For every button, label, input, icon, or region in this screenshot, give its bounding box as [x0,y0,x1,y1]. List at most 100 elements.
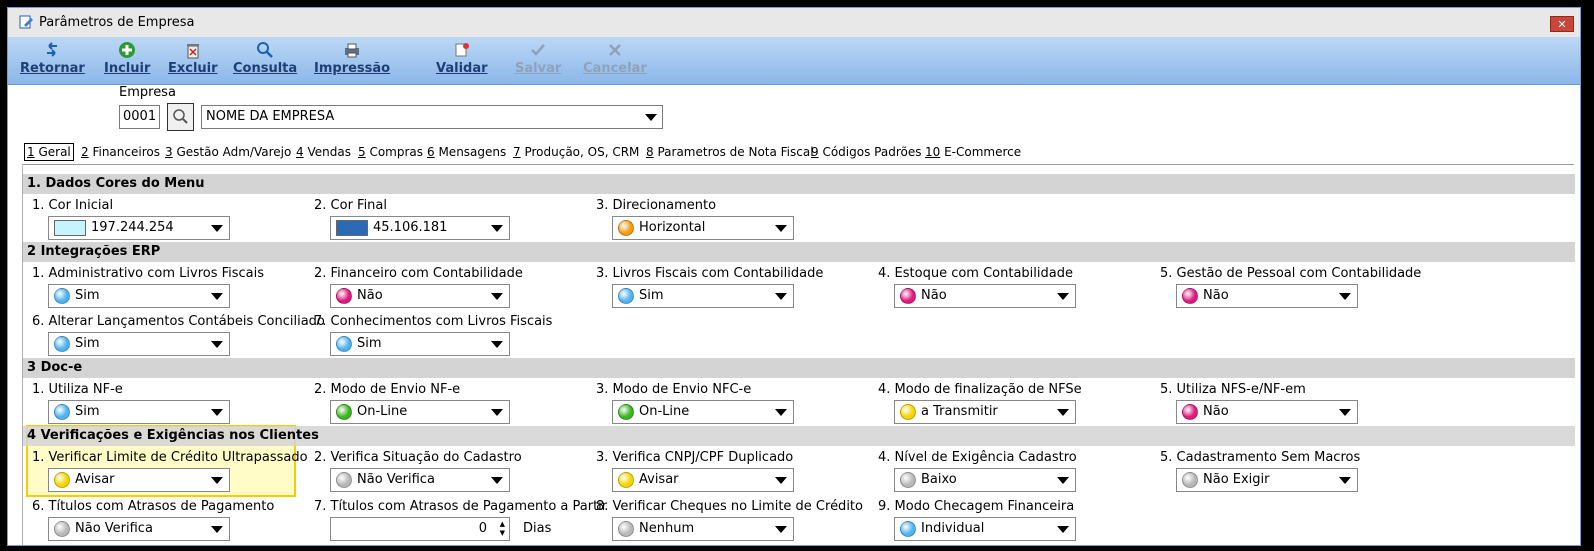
status-dot-icon [54,404,70,420]
titulos-atraso-select[interactable]: Não Verifica [48,517,230,541]
tab-financeiros[interactable]: 2 Financeiros [81,145,160,159]
tab-codigos-padroes[interactable]: 9 Códigos Padrões [811,145,921,159]
search-icon [173,109,188,124]
tab-geral[interactable]: 1 Geral [24,143,74,161]
status-dot-icon [900,472,916,488]
alterar-lanc-select[interactable]: Sim [48,332,230,356]
status-dot-icon [618,404,634,420]
validar-button[interactable]: Validar [436,41,488,76]
nivel-exig-select[interactable]: Baixo [894,468,1076,492]
titulos-atraso-value: Não Verifica [75,521,153,536]
salvar-button[interactable]: Salvar [515,41,561,76]
direcionamento-select[interactable]: Horizontal [612,216,794,240]
tab-gestao-adm-varejo[interactable]: 3 Gestão Adm/Varejo [165,145,291,159]
tab-compras[interactable]: 5 Compras [358,145,423,159]
fin-contab-value: Não [357,288,383,303]
chevron-down-icon [1339,477,1351,484]
excluir-button[interactable]: Excluir [168,41,218,76]
section-dados-cores: 1. Dados Cores do Menu [23,174,1575,194]
toolbar: Retornar Incluir Excluir Consulta Impres… [8,37,1580,85]
status-dot-icon [336,472,352,488]
status-dot-icon [54,336,70,352]
final-nfse-select[interactable]: a Transmitir [894,400,1076,424]
chevron-down-icon [775,526,787,533]
trash-icon [186,44,199,59]
empresa-name-select[interactable]: NOME DA EMPRESA [201,105,663,129]
situacao-cadastro-select[interactable]: Não Verifica [330,468,510,492]
status-dot-icon [336,288,352,304]
titulos-partir-stepper[interactable]: 0 ▲ ▼ [330,517,510,541]
color-swatch [54,220,86,236]
titulos-partir-value: 0 [478,521,487,536]
status-dot-icon [1182,404,1198,420]
incluir-button[interactable]: Incluir [104,41,150,76]
chevron-down-icon [491,293,503,300]
utiliza-nfe-select[interactable]: Sim [48,400,230,424]
status-dot-icon [336,336,352,352]
tab-vendas[interactable]: 4 Vendas [296,145,351,159]
chevron-down-icon [211,409,223,416]
checagem-fin-select[interactable]: Individual [894,517,1076,541]
status-dot-icon [618,472,634,488]
pessoal-contab-select[interactable]: Não [1176,284,1358,308]
checagem-fin-label: 9. Modo Checagem Financeira [878,499,1075,514]
sem-macros-select[interactable]: Não Exigir [1176,468,1358,492]
tab-parametros-nota-fiscal[interactable]: 8 Parametros de Nota Fiscal [646,145,814,159]
conhecimentos-label: 7. Conhecimentos com Livros Fiscais [314,314,553,329]
limite-credito-select[interactable]: Avisar [48,468,230,492]
chevron-down-icon [491,225,503,232]
cor-final-label: 2. Cor Final [314,198,388,213]
chevron-down-icon [775,477,787,484]
adm-livros-select[interactable]: Sim [48,284,230,308]
cancelar-button[interactable]: Cancelar [583,41,647,76]
checagem-fin-value: Individual [921,521,985,536]
geral-panel: 1. Dados Cores do Menu 1. Cor Inicial 19… [22,166,1575,545]
chevron-down-icon [211,477,223,484]
status-dot-icon [900,404,916,420]
tab-producao-os-crm[interactable]: 7 Produção, OS, CRM [513,145,639,159]
cheques-limite-select[interactable]: Nenhum [612,517,794,541]
cnpj-dup-label: 3. Verifica CNPJ/CPF Duplicado [596,450,794,465]
modo-nfce-select[interactable]: On-Line [612,400,794,424]
chevron-down-icon [775,409,787,416]
status-dot-icon [54,288,70,304]
salvar-label: Salvar [515,61,562,76]
impressao-button[interactable]: Impressão [314,41,390,76]
pessoal-contab-value: Não [1203,288,1229,303]
status-dot-icon [900,521,916,537]
chevron-down-icon [1339,293,1351,300]
color-swatch [336,220,368,236]
cnpj-dup-select[interactable]: Avisar [612,468,794,492]
spin-down-icon[interactable]: ▼ [500,529,505,537]
search-icon [257,42,273,58]
modo-nfe-select[interactable]: On-Line [330,400,510,424]
spin-up-icon[interactable]: ▲ [500,520,505,528]
chevron-down-icon [1057,526,1069,533]
utiliza-nfse-select[interactable]: Não [1176,400,1358,424]
retornar-button[interactable]: Retornar [20,41,85,76]
estoque-contab-label: 4. Estoque com Contabilidade [878,266,1073,281]
utiliza-nfe-label: 1. Utiliza NF-e [32,382,123,397]
conhecimentos-select[interactable]: Sim [330,332,510,356]
consulta-button[interactable]: Consulta [233,41,297,76]
tab-mensagens[interactable]: 6 Mensagens [427,145,506,159]
chevron-down-icon [211,293,223,300]
status-dot-icon [900,288,916,304]
chevron-down-icon [211,341,223,348]
direcionamento-value: Horizontal [639,220,706,235]
cor-final-select[interactable]: 45.106.181 [330,216,510,240]
empresa-code-input[interactable]: 0001 [119,105,160,129]
estoque-contab-select[interactable]: Não [894,284,1076,308]
chevron-down-icon [1057,293,1069,300]
status-dot-icon [336,404,352,420]
livros-contab-select[interactable]: Sim [612,284,794,308]
chevron-down-icon [645,114,657,121]
fin-contab-select[interactable]: Não [330,284,510,308]
situacao-cadastro-label: 2. Verifica Situação do Cadastro [314,450,522,465]
empresa-search-button[interactable] [167,103,194,131]
cor-inicial-select[interactable]: 197.244.254 [48,216,230,240]
close-button[interactable]: ✕ [1550,16,1574,32]
tab-e-commerce[interactable]: 10 E-Commerce [925,145,1021,159]
printer-icon [345,43,360,58]
final-nfse-value: a Transmitir [921,404,998,419]
